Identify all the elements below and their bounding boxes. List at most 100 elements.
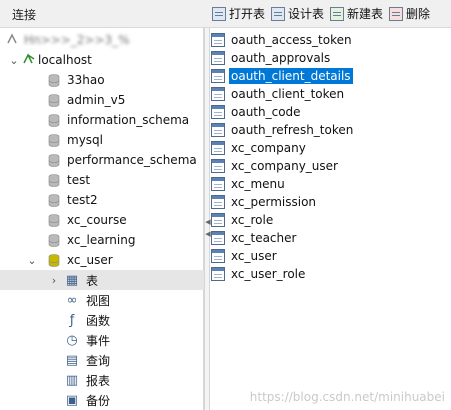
object-toolbar: 打开表 设计表 新建表 删除 xyxy=(204,0,451,28)
table-name: oauth_access_token xyxy=(231,33,352,47)
table-list: oauth_access_token oauth_approvals oauth_c… xyxy=(211,29,451,410)
table-item[interactable]: xc_company_user xyxy=(211,157,340,175)
open-table-label: 打开表 xyxy=(229,7,266,21)
chevron-down-icon[interactable]: ⌄ xyxy=(8,54,20,67)
table-name: xc_menu xyxy=(231,177,285,191)
table-icon xyxy=(211,177,225,191)
table-item[interactable]: xc_user_role xyxy=(211,265,307,283)
table-item[interactable]: oauth_approvals xyxy=(211,49,332,67)
table-icon xyxy=(211,231,225,245)
table-icon xyxy=(211,51,225,65)
navigation-header: 连接 xyxy=(0,0,204,28)
table-name: xc_role xyxy=(231,213,274,227)
table-name: xc_company_user xyxy=(231,159,338,173)
pane-splitter[interactable]: ◀ ◀ xyxy=(204,28,211,410)
query-icon: ▤ xyxy=(65,352,79,368)
table-name: xc_user xyxy=(231,249,277,263)
delete-table-icon xyxy=(389,6,404,21)
database-item[interactable]: test2 xyxy=(0,190,204,210)
table-icon xyxy=(211,123,225,137)
table-item[interactable]: oauth_code xyxy=(211,103,303,121)
database-item[interactable]: ⌄ xc_user xyxy=(0,250,204,270)
design-table-button[interactable]: 设计表 xyxy=(271,5,324,22)
table-item[interactable]: xc_teacher xyxy=(211,229,298,247)
table-name: xc_user_role xyxy=(231,267,306,281)
database-item[interactable]: xc_learning xyxy=(0,230,204,250)
database-icon xyxy=(48,193,60,207)
database-item[interactable]: admin_v5 xyxy=(0,90,204,110)
object-group-item[interactable]: ▥ 报表 xyxy=(0,370,204,390)
database-label: test2 xyxy=(67,193,98,207)
server-connection-icon xyxy=(20,52,38,68)
table-name: oauth_refresh_token xyxy=(231,123,354,137)
object-group-label: 视图 xyxy=(86,293,111,308)
database-item[interactable]: xc_course xyxy=(0,210,204,230)
object-group-label: 函数 xyxy=(86,313,111,328)
database-icon xyxy=(48,233,60,247)
database-item[interactable]: information_schema xyxy=(0,110,204,130)
table-name: oauth_client_token xyxy=(231,87,345,101)
object-group-item[interactable]: › ▦ 表 xyxy=(0,270,204,290)
table-item[interactable]: oauth_access_token xyxy=(211,31,354,49)
chevron-right-icon[interactable]: › xyxy=(48,274,60,287)
database-icon xyxy=(48,133,60,147)
table-icon xyxy=(211,249,225,263)
table-icon xyxy=(211,267,225,281)
function-icon: ƒ xyxy=(69,312,75,328)
table-name: oauth_approvals xyxy=(231,51,331,65)
database-icon xyxy=(48,173,60,187)
database-label: xc_user xyxy=(67,253,113,267)
database-item[interactable]: mysql xyxy=(0,130,204,150)
table-icon xyxy=(211,33,225,47)
new-table-icon xyxy=(330,6,345,21)
event-icon: ◷ xyxy=(66,332,78,348)
table-icon xyxy=(211,195,225,209)
table-item[interactable]: oauth_client_details xyxy=(211,67,353,85)
table-item[interactable]: xc_menu xyxy=(211,175,287,193)
backup-icon: ▣ xyxy=(65,392,79,408)
database-label: admin_v5 xyxy=(67,93,126,107)
connection-item[interactable]: Hn>>>_2>>3_% xyxy=(0,30,204,50)
database-label: mysql xyxy=(67,133,103,147)
server-localhost[interactable]: ⌄ localhost xyxy=(0,50,204,70)
database-icon xyxy=(48,253,60,267)
object-group-item[interactable]: ▣ 备份 xyxy=(0,390,204,410)
database-label: xc_course xyxy=(67,213,127,227)
database-label: performance_schema xyxy=(67,153,197,167)
database-icon xyxy=(48,93,60,107)
database-item[interactable]: performance_schema xyxy=(0,150,204,170)
delete-table-button[interactable]: 删除 xyxy=(389,5,430,22)
navigation-pane: 连接 Hn>>>_2>>3_% ⌄ localhost 33hao admin_v… xyxy=(0,0,204,410)
table-icon xyxy=(211,141,225,155)
object-group-label: 表 xyxy=(86,273,99,288)
new-table-button[interactable]: 新建表 xyxy=(330,5,383,22)
database-icon xyxy=(48,113,60,127)
connection-name-redacted: Hn>>>_2>>3_% xyxy=(24,33,130,47)
object-group-label: 事件 xyxy=(86,333,111,348)
table-item[interactable]: oauth_client_token xyxy=(211,85,346,103)
object-group-label: 备份 xyxy=(86,393,111,408)
chevron-down-icon[interactable]: ⌄ xyxy=(26,254,38,267)
report-icon: ▥ xyxy=(65,372,79,388)
object-group-item[interactable]: ▤ 查询 xyxy=(0,350,204,370)
table-icon xyxy=(211,213,225,227)
delete-table-label: 删除 xyxy=(406,7,431,21)
database-icon xyxy=(48,73,60,87)
table-item[interactable]: xc_user xyxy=(211,247,279,265)
object-group-item[interactable]: ∞ 视图 xyxy=(0,290,204,310)
object-group-label: 查询 xyxy=(86,353,111,368)
database-label: information_schema xyxy=(67,113,190,127)
database-icon xyxy=(48,213,60,227)
table-name: xc_teacher xyxy=(231,231,297,245)
object-group-item[interactable]: ◷ 事件 xyxy=(0,330,204,350)
database-label: test xyxy=(67,173,91,187)
database-item[interactable]: 33hao xyxy=(0,70,204,90)
table-item[interactable]: xc_permission xyxy=(211,193,318,211)
database-item[interactable]: test xyxy=(0,170,204,190)
object-group-label: 报表 xyxy=(86,373,111,388)
table-item[interactable]: oauth_refresh_token xyxy=(211,121,355,139)
open-table-button[interactable]: 打开表 xyxy=(212,5,265,22)
table-item[interactable]: xc_role xyxy=(211,211,275,229)
object-group-item[interactable]: ƒ 函数 xyxy=(0,310,204,330)
table-item[interactable]: xc_company xyxy=(211,139,308,157)
